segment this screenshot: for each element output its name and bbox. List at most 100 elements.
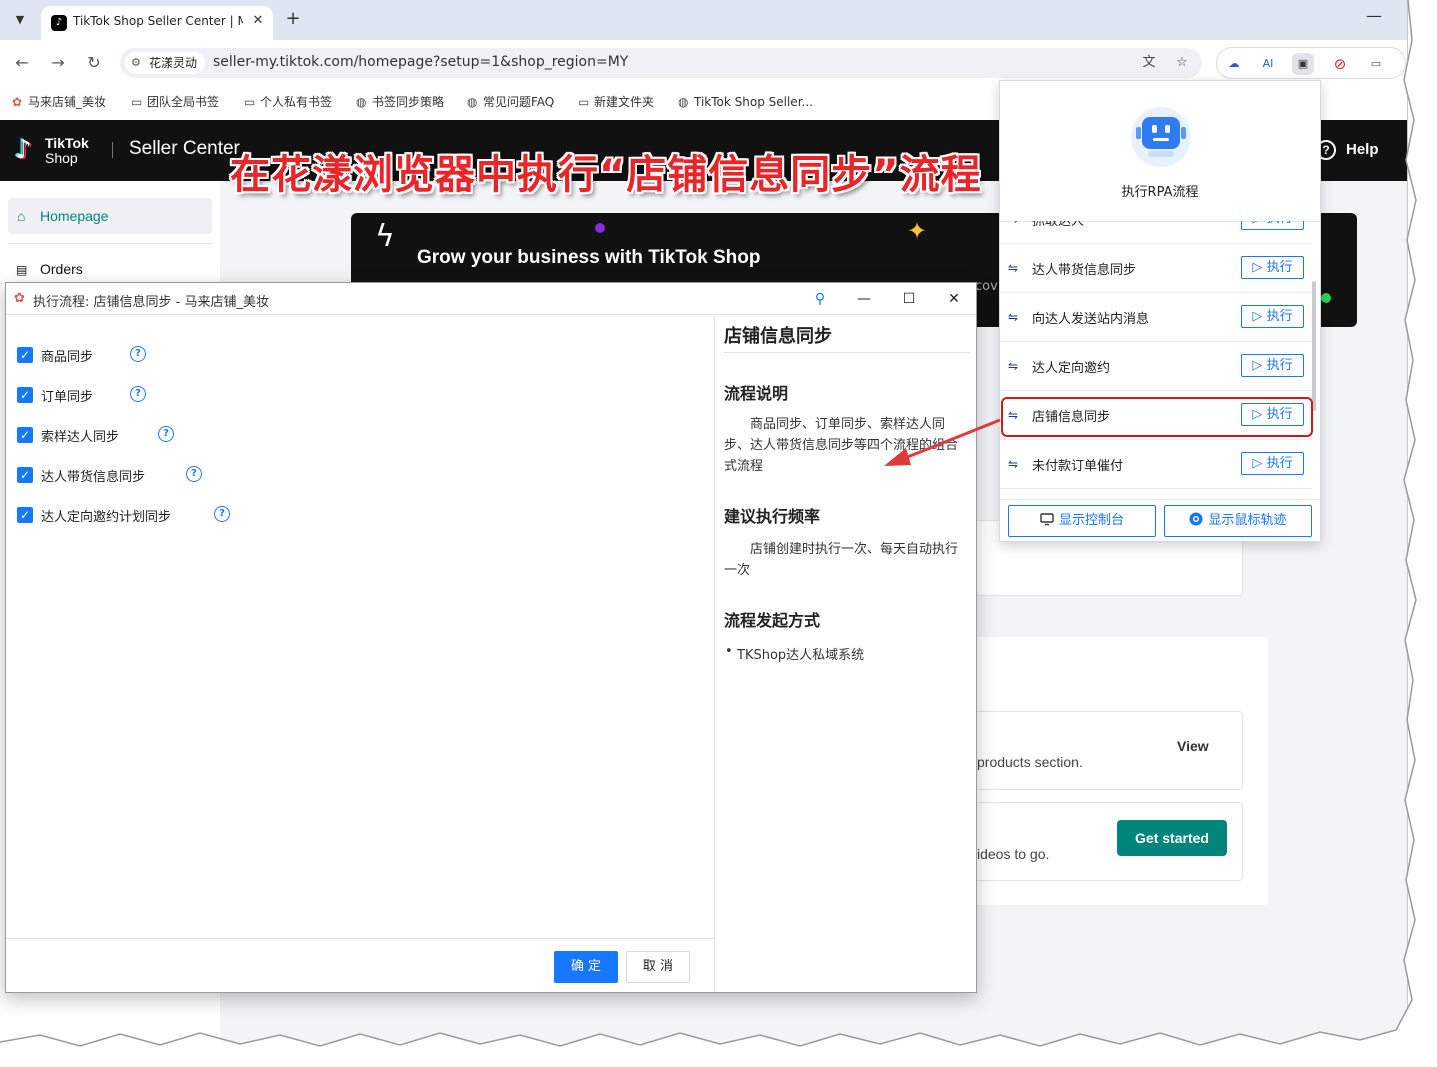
extension-cloud-icon[interactable]: ☁ [1223, 53, 1245, 75]
trigger-heading: 流程发起方式 [724, 611, 821, 630]
star-icon[interactable]: ☆ [1172, 53, 1192, 73]
bookmark-folder[interactable]: ▭ 个人私有书签 [244, 93, 332, 111]
checkbox[interactable]: ✓ [17, 507, 33, 523]
annotation-title: 在花漾浏览器中执行“店铺信息同步”流程 [230, 152, 982, 198]
seller-center-title: Seller Center [129, 138, 240, 159]
help-button[interactable]: ? Help [1316, 140, 1379, 160]
flow-name: 达人带货信息同步 [1032, 263, 1137, 278]
scrollbar[interactable] [1312, 281, 1316, 411]
cancel-button[interactable]: 取 消 [626, 951, 690, 983]
flow-name: 达人定向邀约 [1032, 361, 1111, 376]
monitor-icon [1040, 513, 1054, 526]
option-label: 达人定向邀约计划同步 [41, 510, 172, 525]
bookmark-item[interactable]: ◍ 常见问题FAQ [467, 93, 554, 111]
tab-title: TikTok Shop Seller Center | M [73, 14, 243, 28]
divider [724, 352, 970, 353]
run-button[interactable]: ▷ 执行 [1241, 221, 1304, 230]
block-icon[interactable]: ⊘ [1329, 53, 1351, 75]
rpa-panel-title: 执行RPA流程 [1121, 185, 1199, 200]
dialog-title: 执行流程: 店铺信息同步 - 马来店铺_美妆 [33, 295, 269, 310]
help-icon[interactable]: ? [130, 386, 146, 402]
list-item: ⇋ 未付款订单催付 ▷ 执行 [1000, 440, 1312, 489]
checkbox[interactable]: ✓ [17, 347, 33, 363]
folder-icon: ▭ [131, 95, 143, 109]
bookmark-item[interactable]: ◍ TikTok Shop Seller... [678, 93, 813, 111]
run-button[interactable]: ▷ 执行 [1241, 305, 1304, 328]
bookmark-item[interactable]: ✿ 马来店铺_美妆 [12, 93, 106, 111]
frequency-text: 店铺创建时执行一次、每天自动执行一次 [724, 542, 959, 578]
maximize-button[interactable]: ☐ [899, 289, 919, 309]
help-icon[interactable]: ? [158, 426, 174, 442]
decor-dot [595, 223, 605, 233]
tab-bar: ▼ ♪ TikTok Shop Seller Center | M ✕ + — [0, 0, 1407, 40]
back-button[interactable]: ← [12, 53, 32, 73]
pin-icon[interactable]: ⚲ [810, 289, 830, 309]
close-button[interactable]: ✕ [944, 289, 964, 309]
help-icon[interactable]: ? [130, 346, 146, 362]
translate-icon[interactable]: 文 [1139, 53, 1159, 73]
tune-icon: ⚙ [131, 56, 141, 69]
sidebar-item-homepage[interactable]: ⌂ Homepage [8, 198, 212, 234]
show-console-button[interactable]: 显示控制台 [1008, 505, 1156, 537]
help-icon[interactable]: ? [186, 466, 202, 482]
rpa-flow-panel: 执行RPA流程 ⇋ 抓取达人 ▷ 执行 ⇋ 达人带货信息同步 ▷ 执行 ⇋ 向达… [999, 80, 1321, 542]
site-chip-label: 花漾灵动 [149, 56, 198, 70]
rpa-extension-icon[interactable]: ▣ [1292, 53, 1314, 75]
dialog-titlebar: ✿ 执行流程: 店铺信息同步 - 马来店铺_美妆 ⚲ — ☐ ✕ [6, 283, 976, 315]
header-divider [112, 142, 113, 158]
extension-video-icon[interactable]: ▭ [1365, 53, 1387, 75]
show-mouse-track-button[interactable]: 显示鼠标轨迹 [1164, 505, 1312, 537]
minimize-button[interactable]: — [854, 289, 874, 309]
flow-icon: ⇋ [1008, 261, 1019, 275]
reload-button[interactable]: ↻ [84, 53, 104, 73]
flow-info-pane: 店铺信息同步 流程说明 商品同步、订单同步、索样达人同步、达人带货信息同步等四个… [714, 316, 976, 992]
divider [8, 243, 212, 244]
get-started-button[interactable]: Get started [1117, 820, 1227, 856]
frequency-heading: 建议执行频率 [724, 507, 821, 526]
trigger-item: TKShop达人私域系统 [725, 644, 864, 663]
confirm-button[interactable]: 确 定 [554, 951, 618, 983]
ai-extension-icon[interactable]: AI [1257, 53, 1279, 75]
rpa-flow-list: ⇋ 抓取达人 ▷ 执行 ⇋ 达人带货信息同步 ▷ 执行 ⇋ 向达人发送站内消息 … [1000, 221, 1312, 491]
option-label: 达人带货信息同步 [41, 470, 146, 485]
run-button[interactable]: ▷ 执行 [1241, 354, 1304, 377]
list-item: ⇋ 达人带货信息同步 ▷ 执行 [1000, 244, 1312, 293]
bookmark-item[interactable]: ◍ 书签同步策略 [356, 93, 444, 111]
tab-tiktok-seller[interactable]: ♪ TikTok Shop Seller Center | M ✕ [41, 6, 273, 40]
checkbox[interactable]: ✓ [17, 467, 33, 483]
huayang-logo-icon: ✿ [12, 95, 23, 109]
highlight-box [1001, 397, 1313, 437]
forward-button[interactable]: → [48, 53, 68, 73]
view-link[interactable]: View [1177, 738, 1209, 754]
divider [1000, 499, 1320, 500]
option-label: 索样达人同步 [41, 430, 120, 445]
robot-icon [1131, 107, 1191, 167]
help-icon[interactable]: ? [214, 506, 230, 522]
window-minimize-button[interactable]: — [1366, 6, 1382, 25]
flow-name: 未付款订单催付 [1032, 459, 1124, 474]
run-button[interactable]: ▷ 执行 [1241, 256, 1304, 279]
globe-icon: ◍ [467, 95, 478, 109]
clipboard-icon: ▤ [16, 263, 28, 277]
address-bar[interactable]: ⚙ 花漾灵动 seller-my.tiktok.com/homepage?set… [120, 48, 1202, 78]
option-label: 订单同步 [41, 390, 94, 405]
sidebar-item-orders[interactable]: ▤ Orders [16, 261, 83, 277]
tab-search-chevron-icon[interactable]: ▼ [9, 9, 31, 31]
flow-icon: ⇋ [1008, 310, 1019, 324]
url-text[interactable]: seller-my.tiktok.com/homepage?setup=1&sh… [213, 54, 628, 70]
checkbox[interactable]: ✓ [17, 387, 33, 403]
bookmark-folder[interactable]: ▭ 团队全局书签 [131, 93, 219, 111]
folder-icon: ▭ [244, 95, 256, 109]
checkbox[interactable]: ✓ [17, 427, 33, 443]
list-item: ⇋ 向达人发送站内消息 ▷ 执行 [1000, 293, 1312, 342]
new-tab-button[interactable]: + [282, 8, 304, 30]
bookmark-folder[interactable]: ▭ 新建文件夹 [578, 93, 654, 111]
run-button[interactable]: ▷ 执行 [1241, 452, 1304, 475]
extensions-area: ☁ AI ▣ ⊘ ▭ [1216, 47, 1406, 79]
status-dot [1321, 293, 1331, 303]
task-description: ideos to go. [977, 846, 1050, 862]
sparkle-icon: ✦ [907, 217, 928, 245]
close-icon[interactable]: ✕ [249, 12, 267, 30]
site-info-chip[interactable]: ⚙ 花漾灵动 [125, 52, 206, 74]
banner-partial-text: cov [975, 279, 998, 294]
